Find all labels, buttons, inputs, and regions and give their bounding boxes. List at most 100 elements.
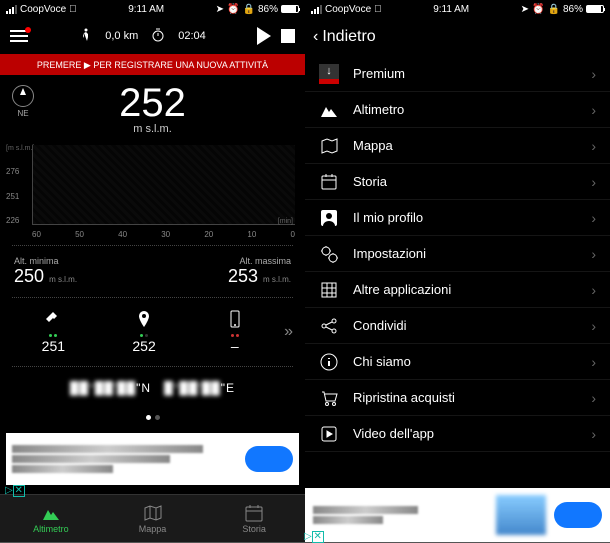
tab-mappa[interactable]: Mappa [102,495,204,542]
menu-profilo[interactable]: Il mio profilo› [305,200,610,236]
pin-icon [135,310,153,328]
ad-banner[interactable]: ▷✕ [305,488,610,542]
menu-altimetro[interactable]: Altimetro› [305,92,610,128]
menu-button[interactable] [10,30,28,42]
menu-video[interactable]: Video dell'app› [305,416,610,452]
sensor-device: – [189,310,280,354]
carrier: CoopVoce [325,4,371,15]
info-icon [319,352,339,372]
signal-icon [311,5,322,14]
adchoices-icon[interactable]: ▷ [5,485,13,497]
clock: 9:11 AM [128,4,164,15]
altitude-value: 252 [0,83,305,123]
satellite-icon [44,310,62,328]
coordinates: ██°██'██"N █°██'██"E [0,373,305,403]
signal-icon [6,5,17,14]
carrier: CoopVoce [20,4,66,15]
chevron-right-icon: › [591,282,596,298]
compass-dir: NE [12,109,34,118]
map-icon [143,504,163,522]
ad-close-icon[interactable]: ✕ [312,531,324,543]
phone-icon [226,310,244,328]
tab-bar: Altimetro Mappa Storia [0,494,305,542]
sensor-row[interactable]: 251 252 – » [0,304,305,360]
sensor-gps: 251 [8,310,99,354]
chevron-right-icon: › [591,138,596,154]
wifi-icon: 􀙇 [69,4,77,15]
adchoices-icon[interactable]: ▷ [304,531,312,543]
status-bar: CoopVoce 􀙇 9:11 AM ➤ ⏰ 🔒 86% [0,0,305,18]
ad-cta-button[interactable] [554,502,602,528]
menu-condividi[interactable]: Condividi› [305,308,610,344]
tab-storia[interactable]: Storia [203,495,305,542]
play-button[interactable] [257,27,271,45]
menu-chi-siamo[interactable]: Chi siamo› [305,344,610,380]
compass[interactable]: NE [12,85,34,118]
gear-icon [319,244,339,264]
alarm-icon: ⏰ [532,4,544,15]
chevron-right-icon: › [591,354,596,370]
menu-altre-app[interactable]: Altre applicazioni› [305,272,610,308]
screen-altimeter: CoopVoce 􀙇 9:11 AM ➤ ⏰ 🔒 86% 0,0 km 02:0… [0,0,305,542]
battery-icon [586,5,604,13]
chevron-right-icon: › [591,390,596,406]
tab-altimetro[interactable]: Altimetro [0,495,102,542]
mountain-icon [41,504,61,522]
chart-area [32,145,295,225]
battery-pct: 86% [563,4,583,15]
chart-y-labels: [m s.l.m.] 276 251 226 [6,145,34,225]
altitude-display: NE 252 m s.l.m. [0,75,305,139]
play-box-icon [319,424,339,444]
walk-icon [79,28,91,45]
distance-value: 0,0 km [105,30,138,42]
cart-icon [319,388,339,408]
alt-max: Alt. massima 253 m s.l.m. [228,256,291,287]
calendar-icon [244,504,264,522]
chevron-right-icon: › [591,318,596,334]
status-bar: CoopVoce 􀙇 9:11 AM ➤ ⏰ 🔒 86% [305,0,610,18]
back-button[interactable]: ‹ Indietro [305,18,610,56]
top-toolbar: 0,0 km 02:04 [0,18,305,56]
chevron-right-icon: › [591,246,596,262]
alt-min: Alt. minima 250 m s.l.m. [14,256,77,287]
stop-button[interactable] [281,29,295,43]
altitude-chart[interactable]: [m s.l.m.] 276 251 226 [min] 60504030201… [0,139,305,239]
chevron-right-icon: › [591,426,596,442]
stopwatch-icon [152,28,164,45]
clock: 9:11 AM [433,4,469,15]
ad-banner[interactable]: ▷✕ [6,433,299,485]
menu-impostazioni[interactable]: Impostazioni› [305,236,610,272]
chevron-right-icon: › [591,66,596,82]
chevron-left-icon: ‹ [313,28,318,46]
wifi-icon: 􀙇 [374,4,382,15]
menu-premium[interactable]: Premium› [305,56,610,92]
chevron-right-icon: › [591,210,596,226]
person-icon [319,208,339,228]
location-arrow-icon: ➤ [216,4,224,15]
calendar-icon [319,172,339,192]
chart-x-unit: [min] [278,218,293,225]
ad-close-icon[interactable]: ✕ [13,485,25,497]
menu-list: Premium› Altimetro› Mappa› Storia› Il mi… [305,56,610,488]
ad-cta-button[interactable] [245,446,293,472]
menu-ripristina[interactable]: Ripristina acquisti› [305,380,610,416]
record-banner[interactable]: PREMERE ▶ PER REGISTRARE UNA NUOVA ATTIV… [0,56,305,75]
menu-mappa[interactable]: Mappa› [305,128,610,164]
location-arrow-icon: ➤ [521,4,529,15]
ad-image [496,495,546,535]
battery-pct: 86% [258,4,278,15]
page-indicator[interactable] [0,403,305,429]
sensor-location: 252 [99,310,190,354]
premium-icon [319,64,339,84]
chevron-right-icon: › [591,102,596,118]
share-icon [319,316,339,336]
duration-value: 02:04 [178,30,206,42]
more-chevron-icon[interactable]: » [280,323,297,341]
lock-icon: 🔒 [243,4,255,15]
menu-storia[interactable]: Storia› [305,164,610,200]
screen-menu: CoopVoce 􀙇 9:11 AM ➤ ⏰ 🔒 86% ‹ Indietro … [305,0,610,542]
map-icon [319,136,339,156]
min-max-row: Alt. minima 250 m s.l.m. Alt. massima 25… [0,252,305,291]
alarm-icon: ⏰ [227,4,239,15]
chevron-right-icon: › [591,174,596,190]
